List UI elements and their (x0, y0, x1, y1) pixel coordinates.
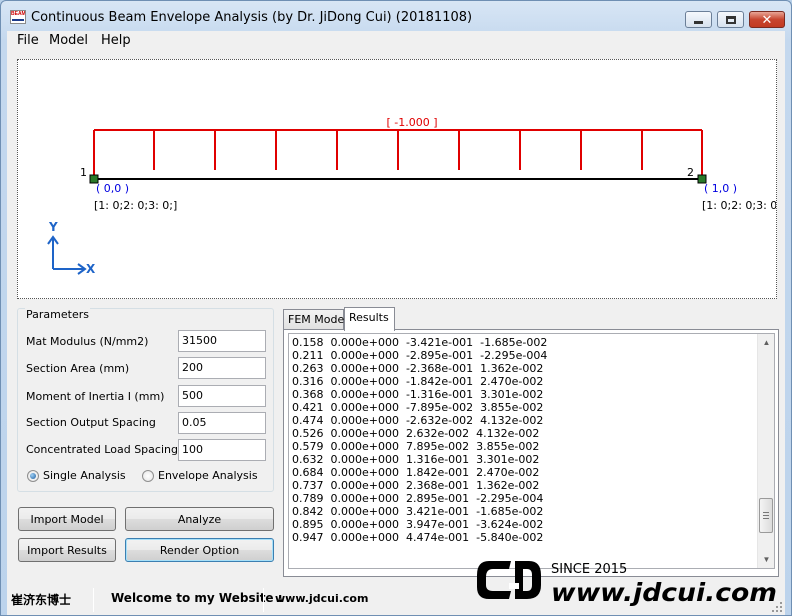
menu-model[interactable]: Model (49, 33, 88, 48)
node-1-restraint: [1: 0;2: 0;3: 0;] (94, 199, 177, 212)
close-icon: ✕ (761, 12, 773, 27)
scroll-up-icon[interactable]: ▲ (758, 334, 775, 351)
section-output-spacing-label: Section Output Spacing (26, 416, 156, 429)
results-line: 0.526 0.000e+000 2.632e-002 4.132e-002 (292, 427, 540, 440)
maximize-button[interactable] (717, 11, 744, 28)
beam-drawing: [ -1.000 ] 1 2 ( 0,0 ) ( 1,0 ) [1: 0;2: … (47, 116, 776, 276)
status-separator (263, 588, 264, 612)
moment-of-inertia-input[interactable]: 500 (178, 385, 266, 407)
results-line: 0.684 0.000e+000 1.842e-001 2.470e-002 (292, 466, 540, 479)
results-line: 0.632 0.000e+000 1.316e-001 3.301e-002 (292, 453, 540, 466)
resize-grip-icon[interactable] (771, 601, 783, 613)
concentrated-load-spacing-label: Concentrated Load Spacing (26, 443, 178, 456)
analyze-button[interactable]: Analyze (125, 507, 274, 531)
parameters-legend: Parameters (25, 308, 90, 321)
radio-checked-icon (27, 469, 39, 482)
results-line: 0.947 0.000e+000 4.474e-001 -5.840e-002 (292, 531, 544, 544)
beam-canvas[interactable]: [ -1.000 ] 1 2 ( 0,0 ) ( 1,0 ) [1: 0;2: … (17, 59, 777, 299)
logo-since: SINCE 2015 (551, 562, 627, 577)
menu-help[interactable]: Help (101, 33, 131, 48)
results-textbox[interactable]: 0.158 0.000e+000 -3.421e-001 -1.685e-002… (288, 333, 775, 569)
section-area-input[interactable]: 200 (178, 357, 266, 379)
axis-x-label: X (86, 262, 96, 276)
envelope-analysis-label: Envelope Analysis (158, 469, 258, 482)
results-line: 0.579 0.000e+000 7.895e-002 3.855e-002 (292, 440, 540, 453)
jdcui-logo: SINCE 2015 www.jdcui.com (477, 561, 777, 607)
mat-modulus-input[interactable]: 31500 (178, 330, 266, 352)
node-2-restraint: [1: 0;2: 0;3: 0;] (702, 199, 776, 212)
menu-file[interactable]: File (17, 33, 39, 48)
status-author: 崔济东博士 (11, 593, 72, 607)
results-text: 0.158 0.000e+000 -3.421e-001 -1.685e-002… (292, 336, 756, 560)
results-scrollbar[interactable]: ▲ ▼ (757, 334, 774, 568)
tab-fem-model[interactable]: FEM Model (283, 309, 347, 330)
node-2-label: 2 (687, 166, 694, 179)
tab-results[interactable]: Results (344, 307, 395, 331)
parameters-group: Parameters Mat Modulus (N/mm2) 31500 Sec… (17, 308, 274, 492)
status-separator (93, 588, 94, 612)
results-line: 0.474 0.000e+000 -2.632e-002 4.132e-002 (292, 414, 544, 427)
maximize-icon (725, 15, 736, 24)
results-line: 0.895 0.000e+000 3.947e-001 -3.624e-002 (292, 518, 544, 531)
results-line: 0.789 0.000e+000 2.895e-001 -2.295e-004 (292, 492, 544, 505)
menu-bar: File Model Help (7, 31, 785, 51)
axis-y-label: Y (48, 220, 58, 234)
results-panel: 0.158 0.000e+000 -3.421e-001 -1.685e-002… (283, 329, 779, 577)
coordinate-axes-icon (47, 235, 87, 275)
distributed-load (93, 129, 703, 179)
node-1-coord: ( 0,0 ) (96, 182, 129, 195)
minimize-icon (694, 21, 703, 24)
import-results-button[interactable]: Import Results (18, 538, 116, 562)
minimize-button[interactable] (685, 11, 712, 28)
mat-modulus-label: Mat Modulus (N/mm2) (26, 335, 149, 348)
results-line: 0.211 0.000e+000 -2.895e-001 -2.295e-004 (292, 349, 548, 362)
scroll-thumb[interactable] (759, 498, 773, 533)
envelope-analysis-radio[interactable]: Envelope Analysis (142, 469, 258, 482)
client-area: File Model Help [-1.000] 1 2 (0,0) (… (7, 31, 785, 615)
node-2-coord: ( 1,0 ) (704, 182, 737, 195)
close-button[interactable]: ✕ (749, 11, 785, 28)
load-label: [ -1.000 ] (386, 116, 437, 129)
results-line: 0.316 0.000e+000 -1.842e-001 2.470e-002 (292, 375, 544, 388)
status-website[interactable]: www.jdcui.com (275, 592, 368, 605)
results-line: 0.842 0.000e+000 3.421e-001 -1.685e-002 (292, 505, 544, 518)
results-line: 0.263 0.000e+000 -2.368e-001 1.362e-002 (292, 362, 544, 375)
logo-url: www.jdcui.com (551, 578, 777, 607)
radio-unchecked-icon (142, 469, 154, 482)
results-line: 0.737 0.000e+000 2.368e-001 1.362e-002 (292, 479, 540, 492)
render-option-button[interactable]: Render Option (125, 538, 274, 562)
node-1-label: 1 (80, 166, 87, 179)
moment-of-inertia-label: Moment of Inertia I (mm) (26, 390, 165, 403)
title-bar: BEAM Continuous Beam Envelope Analysis (… (1, 1, 791, 31)
concentrated-load-spacing-input[interactable]: 100 (178, 439, 266, 461)
section-area-label: Section Area (mm) (26, 362, 130, 375)
app-icon-text: BEAM (11, 11, 26, 17)
window-title: Continuous Beam Envelope Analysis (by Dr… (31, 10, 473, 25)
import-model-button[interactable]: Import Model (18, 507, 116, 531)
section-output-spacing-input[interactable]: 0.05 (178, 412, 266, 434)
results-line: 0.421 0.000e+000 -7.895e-002 3.855e-002 (292, 401, 544, 414)
status-welcome: Welcome to my Website : (111, 591, 283, 605)
app-window: BEAM Continuous Beam Envelope Analysis (… (0, 0, 792, 616)
single-analysis-label: Single Analysis (43, 469, 126, 482)
results-line: 0.368 0.000e+000 -1.316e-001 3.301e-002 (292, 388, 544, 401)
results-line: 0.158 0.000e+000 -3.421e-001 -1.685e-002 (292, 336, 548, 349)
single-analysis-radio[interactable]: Single Analysis (27, 469, 126, 482)
app-icon: BEAM (10, 10, 26, 24)
